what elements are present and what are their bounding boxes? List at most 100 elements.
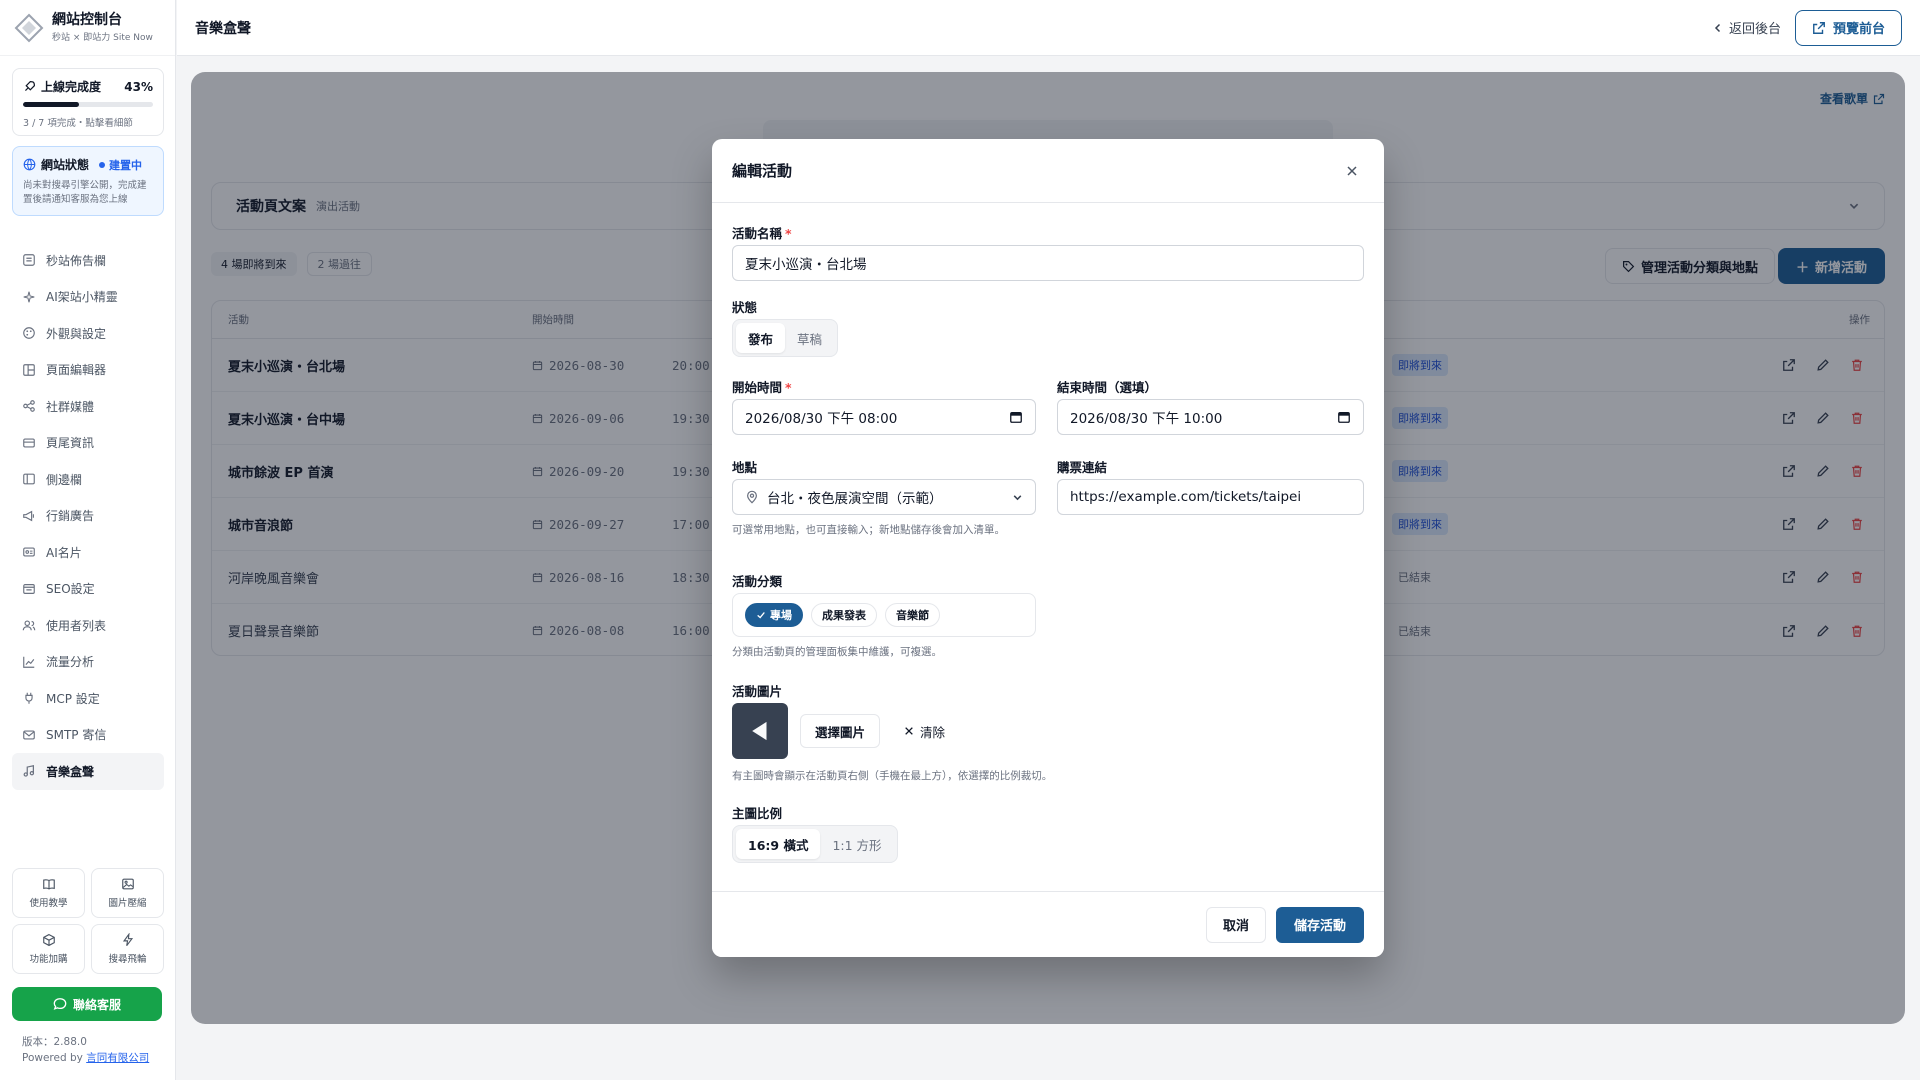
- site-status-title: 網站狀態: [41, 158, 90, 172]
- rocket-icon: [25, 81, 35, 91]
- plug-icon: [22, 691, 36, 705]
- preview-frontend-label: 預覽前台: [1832, 22, 1885, 37]
- page-title: 音樂盒聲: [195, 20, 251, 37]
- preview-frontend-button[interactable]: 預覽前台: [1794, 9, 1902, 46]
- category-chip[interactable]: 成果發表: [811, 603, 877, 627]
- share-icon: [23, 400, 35, 413]
- status-toggle: 發布 草稿: [732, 319, 839, 357]
- megaphone-icon: [23, 510, 34, 522]
- back-to-admin-link[interactable]: 返回後台: [1713, 18, 1781, 37]
- start-time-value: 2026/08/30 下午 08:00: [745, 411, 898, 427]
- venue-select[interactable]: 台北・夜色展演空間（示範）: [732, 479, 1036, 515]
- sidebar-item[interactable]: 音樂盒聲: [12, 753, 164, 790]
- site-status-card[interactable]: 網站狀態 建置中 尚未對搜尋引擎公開，完成建置後請通知客服為您上線: [12, 146, 164, 216]
- id-card-icon: [22, 545, 36, 559]
- ratio-option-16-9[interactable]: 16:9 橫式: [736, 829, 821, 859]
- status-dot-icon: [99, 161, 106, 168]
- save-event-button[interactable]: 儲存活動: [1275, 906, 1364, 943]
- map-pin-icon: [747, 490, 757, 504]
- music-icon: [23, 765, 35, 777]
- category-chip-label: 專場: [770, 609, 792, 622]
- venue-help: 可選常用地點，也可直接輸入；新地點儲存後會加入清單。: [732, 524, 1005, 536]
- status-option-published[interactable]: 發布: [736, 323, 786, 353]
- quick-tile-label: 搜尋飛輪: [108, 954, 147, 965]
- sidebar-item[interactable]: AI架站小精靈: [12, 279, 164, 316]
- image-icon: [121, 878, 134, 890]
- calendar-icon[interactable]: [1009, 410, 1023, 424]
- site-status-note: 尚未對搜尋引擎公開，完成建置後請通知客服為您上線: [23, 180, 147, 205]
- mail-icon: [22, 728, 36, 742]
- board-icon: [23, 254, 35, 267]
- palette-icon: [22, 326, 36, 340]
- sidebar-item-label: 行銷廣告: [46, 509, 95, 524]
- sidebar-item[interactable]: 使用者列表: [12, 607, 164, 644]
- sidebar-item-label: SMTP 寄信: [46, 728, 107, 743]
- quick-tile[interactable]: 圖片壓縮: [91, 868, 164, 918]
- sidebar-item[interactable]: 頁面編輯器: [12, 352, 164, 389]
- globe-icon: [23, 158, 36, 171]
- contact-support-button[interactable]: 聯絡客服: [12, 987, 162, 1021]
- chart-icon: [22, 655, 36, 669]
- topbar: 音樂盒聲 返回後台 預覽前台: [177, 0, 1920, 56]
- event-image-thumbnail[interactable]: [732, 703, 788, 759]
- launch-progress-fill: [23, 102, 79, 107]
- venue-label: 地點: [732, 460, 758, 475]
- ticket-link-input[interactable]: https://example.com/tickets/taipei: [1057, 479, 1364, 515]
- sidebar-item[interactable]: 社群媒體: [12, 388, 164, 425]
- cancel-button[interactable]: 取消: [1205, 906, 1266, 943]
- sidebar-item-label: 流量分析: [46, 655, 95, 670]
- launch-progress-note: 3 / 7 項完成・點擊看細節: [23, 118, 133, 129]
- end-time-input[interactable]: 2026/08/30 下午 10:00: [1057, 399, 1364, 435]
- sidebar-item[interactable]: 秒站佈告欄: [12, 242, 164, 279]
- status-option-draft[interactable]: 草稿: [785, 323, 834, 353]
- image-help: 有主圖時會顯示在活動頁右側（手機在最上方），依選擇的比例裁切。: [732, 770, 1053, 782]
- quick-tile-label: 使用教學: [29, 898, 68, 909]
- sidebar-item-label: AI架站小精靈: [46, 290, 118, 305]
- choose-image-button[interactable]: 選擇圖片: [800, 714, 881, 748]
- bolt-icon: [122, 933, 133, 947]
- sidebar-item[interactable]: 側邊欄: [12, 461, 164, 498]
- sidebar-item[interactable]: 流量分析: [12, 644, 164, 681]
- sidebar-item[interactable]: 外觀與設定: [12, 315, 164, 352]
- start-time-input[interactable]: 2026/08/30 下午 08:00: [732, 399, 1036, 435]
- event-image-label: 活動圖片: [732, 684, 783, 699]
- launch-progress-card[interactable]: 上線完成度 43% 3 / 7 項完成・點擊看細節: [12, 68, 164, 136]
- back-to-admin-label: 返回後台: [1728, 22, 1781, 37]
- venue-value: 台北・夜色展演空間（示範）: [767, 491, 943, 507]
- quick-tile[interactable]: 搜尋飛輪: [91, 924, 164, 974]
- sidebar-item-label: 外觀與設定: [46, 326, 107, 341]
- sidebar-item[interactable]: SMTP 寄信: [12, 717, 164, 754]
- chat-icon: [53, 998, 67, 1010]
- card-icon: [23, 438, 35, 448]
- sidebar-item[interactable]: 頁尾資訊: [12, 425, 164, 462]
- sidebar-item[interactable]: 行銷廣告: [12, 498, 164, 535]
- close-modal-button[interactable]: [1340, 159, 1364, 183]
- plug-icon: [25, 693, 33, 704]
- sidebar-item-label: 使用者列表: [46, 618, 107, 633]
- calendar-icon[interactable]: [1337, 410, 1351, 424]
- sidebar-item-label: 頁尾資訊: [46, 436, 95, 451]
- sidebar-item-label: 秒站佈告欄: [46, 253, 107, 268]
- category-chip[interactable]: 音樂節: [885, 603, 940, 627]
- sidebar-item-label: 音樂盒聲: [46, 764, 95, 779]
- brand[interactable]: 網站控制台 秒站 × 即站力 Site Now: [0, 0, 175, 56]
- share-icon: [22, 399, 36, 413]
- modal-footer: 取消 儲存活動: [712, 891, 1384, 957]
- quick-tile[interactable]: 使用教學: [12, 868, 85, 918]
- sidebar-item[interactable]: MCP 設定: [12, 680, 164, 717]
- ratio-option-1-1[interactable]: 1:1 方形: [820, 829, 893, 859]
- category-chip[interactable]: 專場: [745, 603, 803, 627]
- clear-image-button[interactable]: 清除: [896, 714, 953, 748]
- palette-icon: [23, 327, 35, 340]
- required-mark: *: [785, 380, 792, 395]
- quick-tile[interactable]: 功能加購: [12, 924, 85, 974]
- event-name-input[interactable]: 夏末小巡演・台北場: [732, 245, 1364, 281]
- company-link[interactable]: 言同有限公司: [86, 1052, 149, 1064]
- close-icon: [905, 727, 913, 735]
- status-label: 狀態: [732, 300, 758, 315]
- site-status-badge-label: 建置中: [109, 158, 143, 172]
- sidebar-item[interactable]: AI名片: [12, 534, 164, 571]
- sidebar-item[interactable]: SEO設定: [12, 571, 164, 608]
- users-icon: [22, 618, 36, 632]
- music-icon: [22, 764, 36, 778]
